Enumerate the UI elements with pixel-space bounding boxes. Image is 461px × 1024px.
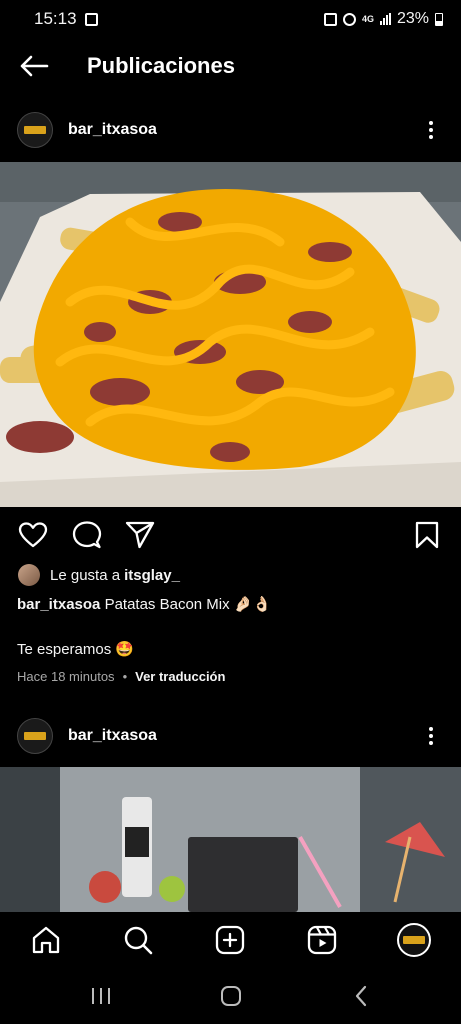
search-icon bbox=[124, 926, 153, 955]
back-button[interactable] bbox=[14, 46, 54, 86]
avatar[interactable] bbox=[17, 112, 53, 148]
avatar[interactable] bbox=[17, 718, 53, 754]
profile-avatar bbox=[397, 923, 431, 957]
status-left: 15:13 bbox=[34, 9, 98, 29]
post-actions bbox=[0, 515, 461, 555]
more-vertical-icon bbox=[429, 121, 433, 125]
like-button[interactable] bbox=[17, 519, 49, 551]
nav-home[interactable] bbox=[28, 922, 64, 958]
reels-icon bbox=[307, 925, 337, 955]
post-image[interactable] bbox=[0, 162, 461, 507]
back-system-button[interactable] bbox=[346, 982, 376, 1010]
status-time: 15:13 bbox=[34, 9, 77, 28]
more-dot bbox=[429, 734, 433, 738]
next-post-image[interactable] bbox=[0, 767, 461, 912]
post-username[interactable]: bar_itxasoa bbox=[68, 121, 157, 139]
likes-summary[interactable]: Le gusta a itsglay_ bbox=[18, 564, 180, 586]
caption: bar_itxasoa Patatas Bacon Mix 🤌🏻👌🏻 bbox=[17, 595, 271, 613]
bottom-navigation bbox=[0, 912, 461, 968]
gallery-icon bbox=[84, 12, 98, 26]
network-type: 4G bbox=[361, 13, 374, 24]
brand-logo bbox=[403, 936, 425, 944]
post-header: bar_itxasoa bbox=[0, 104, 461, 156]
meta-separator: • bbox=[122, 669, 128, 684]
likes-prefix: Le gusta a bbox=[50, 566, 121, 584]
nav-create[interactable] bbox=[212, 922, 248, 958]
more-dot bbox=[429, 741, 433, 745]
more-options-button[interactable] bbox=[421, 116, 441, 144]
bookmark-icon bbox=[415, 521, 439, 549]
home-icon bbox=[32, 926, 60, 954]
top-header: Publicaciones bbox=[0, 40, 461, 92]
recent-apps-button[interactable] bbox=[86, 982, 116, 1010]
more-dot bbox=[429, 128, 433, 132]
battery-percent: 23% bbox=[396, 10, 429, 27]
page-title: Publicaciones bbox=[87, 53, 235, 78]
share-button[interactable] bbox=[124, 519, 156, 551]
system-navigation bbox=[0, 968, 461, 1024]
recent-apps-icon bbox=[92, 988, 110, 1004]
caption-line2: Te esperamos 🤩 bbox=[17, 641, 135, 658]
status-right: 4G 23% bbox=[323, 10, 443, 28]
comment-button[interactable] bbox=[71, 519, 103, 551]
caption-username[interactable]: bar_itxasoa bbox=[17, 596, 100, 613]
save-button[interactable] bbox=[411, 519, 443, 551]
caption-text: Patatas Bacon Mix 🤌🏻👌🏻 bbox=[104, 596, 272, 613]
more-options-button[interactable] bbox=[421, 722, 441, 750]
post-meta: Hace 18 minutos • Ver traducción bbox=[17, 669, 225, 684]
lock-icon bbox=[323, 12, 337, 26]
bar-photo-illustration bbox=[0, 767, 461, 912]
see-translation-link[interactable]: Ver traducción bbox=[135, 669, 225, 684]
send-icon bbox=[125, 521, 155, 549]
likes-user[interactable]: itsglay_ bbox=[124, 567, 180, 584]
more-dot bbox=[429, 135, 433, 139]
status-bar: 15:13 4G 23% bbox=[0, 0, 461, 38]
next-post-header: bar_itxasoa bbox=[0, 710, 461, 762]
plus-square-icon bbox=[215, 925, 245, 955]
heart-icon bbox=[18, 522, 48, 548]
battery-icon bbox=[435, 12, 443, 26]
comment-icon bbox=[72, 521, 102, 549]
alarm-icon bbox=[342, 12, 356, 26]
fries-photo-illustration bbox=[0, 162, 461, 507]
home-system-button[interactable] bbox=[216, 982, 246, 1010]
nav-profile[interactable] bbox=[396, 922, 432, 958]
liker-avatar bbox=[18, 564, 40, 586]
brand-logo bbox=[24, 126, 46, 134]
chevron-left-icon bbox=[355, 985, 367, 1007]
nav-reels[interactable] bbox=[304, 922, 340, 958]
more-vertical-icon bbox=[429, 727, 433, 731]
signal-icon bbox=[379, 13, 391, 25]
brand-logo bbox=[24, 732, 46, 740]
home-circle-icon bbox=[221, 986, 241, 1006]
time-ago: Hace 18 minutos bbox=[17, 669, 115, 684]
nav-search[interactable] bbox=[120, 922, 156, 958]
arrow-left-icon bbox=[20, 55, 49, 77]
next-post-username[interactable]: bar_itxasoa bbox=[68, 727, 157, 745]
